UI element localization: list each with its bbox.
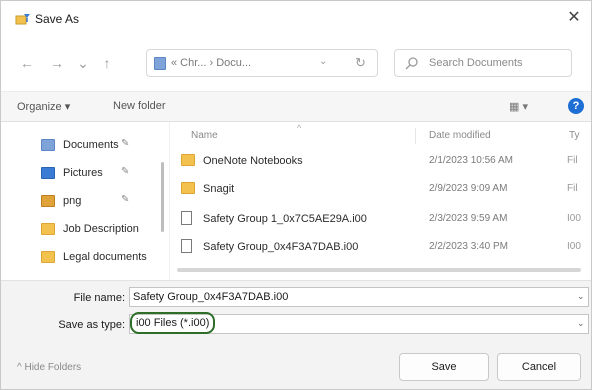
sidebar-item-label: Documents xyxy=(63,139,119,151)
file-name-dropdown-icon[interactable]: ⌄ xyxy=(577,291,585,302)
cancel-button[interactable]: Cancel xyxy=(497,353,581,381)
sidebar-item-png[interactable]: png ✎ xyxy=(41,192,165,212)
folder-icon xyxy=(41,251,55,263)
sidebar-item-label: Legal documents xyxy=(63,251,147,263)
folder-icon xyxy=(181,154,195,166)
file-icon xyxy=(181,239,192,253)
breadcrumb[interactable]: « Chr... › Docu... xyxy=(171,57,251,69)
sort-ascending-icon: ^ xyxy=(297,123,302,133)
back-arrow-icon: ← xyxy=(20,55,34,71)
file-list-item[interactable]: Safety Group 1_0x7C5AE29A.i00 2/3/2023 9… xyxy=(177,208,589,230)
file-list-item[interactable]: Snagit 2/9/2023 9:09 AM Fil xyxy=(177,178,589,200)
file-name: OneNote Notebooks xyxy=(203,155,303,167)
save-as-type-select[interactable]: i00 Files (*.i00) xyxy=(129,312,589,334)
refresh-icon[interactable]: ↻ xyxy=(355,55,366,71)
file-date-modified: 2/2/2023 3:40 PM xyxy=(429,241,508,252)
address-dropdown-icon[interactable]: ⌄ xyxy=(319,56,327,67)
chevron-down-icon: ⌄ xyxy=(77,55,89,71)
save-as-type-label: Save as type: xyxy=(58,319,125,331)
pin-icon: ✎ xyxy=(121,194,130,205)
close-button[interactable]: ✕ xyxy=(563,7,585,29)
file-type: I00 xyxy=(567,213,581,224)
forward-button[interactable]: → xyxy=(47,53,67,73)
search-icon xyxy=(405,57,418,70)
save-as-type-value: i00 Files (*.i00) xyxy=(130,312,216,334)
pictures-icon xyxy=(41,167,55,179)
file-type: I00 xyxy=(567,241,581,252)
horizontal-scrollbar[interactable] xyxy=(177,268,581,272)
column-header-date-modified[interactable]: Date modified xyxy=(429,130,491,141)
dialog-footer: ^ Hide Folders Save Cancel xyxy=(1,343,591,389)
dialog-title: Save As xyxy=(35,12,80,26)
back-button[interactable]: ← xyxy=(17,53,37,73)
browser-area: Documents ✎ Pictures ✎ png ✎ Job Descrip… xyxy=(1,121,591,281)
save-as-type-dropdown-icon[interactable]: ⌄ xyxy=(577,318,585,329)
close-icon: ✕ xyxy=(567,9,581,26)
sidebar-item-documents[interactable]: Documents ✎ xyxy=(41,136,165,156)
title-bar: Save As ✕ xyxy=(1,1,591,35)
navigation-bar: ← → ⌄ ↑ « Chr... › Docu... ⌄ ↻ Search Do… xyxy=(1,35,591,91)
navigation-pane-scrollbar[interactable] xyxy=(161,162,164,232)
search-input[interactable]: Search Documents xyxy=(429,57,523,69)
sidebar-item-label: Job Description xyxy=(63,223,139,235)
save-button[interactable]: Save xyxy=(399,353,489,381)
file-date-modified: 2/1/2023 10:56 AM xyxy=(429,155,513,166)
sidebar-item-legal-documents[interactable]: Legal documents xyxy=(41,248,165,268)
column-header-type[interactable]: Ty xyxy=(569,130,580,141)
view-options-icon[interactable]: ▦ ▾ xyxy=(509,100,539,114)
hide-folders-button[interactable]: ^ Hide Folders xyxy=(17,362,81,373)
address-bar[interactable]: « Chr... › Docu... ⌄ ↻ xyxy=(146,49,378,77)
pin-icon: ✎ xyxy=(121,138,130,149)
file-type: Fil xyxy=(567,183,578,194)
sidebar-item-pictures[interactable]: Pictures ✎ xyxy=(41,164,165,184)
file-date-modified: 2/9/2023 9:09 AM xyxy=(429,183,508,194)
forward-arrow-icon: → xyxy=(50,55,64,71)
documents-folder-icon xyxy=(154,57,166,70)
save-fields: File name: Safety Group_0x4F3A7DAB.i00 ⌄… xyxy=(1,281,591,343)
up-button[interactable]: ↑ xyxy=(97,53,117,73)
file-name-label: File name: xyxy=(73,292,125,304)
file-icon xyxy=(181,211,192,225)
file-name: Snagit xyxy=(203,183,235,195)
column-divider[interactable] xyxy=(415,128,416,144)
column-header-name[interactable]: Name xyxy=(191,130,218,141)
file-name: Safety Group 1_0x7C5AE29A.i00 xyxy=(203,213,367,225)
sidebar-item-label: png xyxy=(63,195,82,207)
search-box[interactable]: Search Documents xyxy=(394,49,572,77)
file-list-item[interactable]: Safety Group_0x4F3A7DAB.i00 2/2/2023 3:4… xyxy=(177,236,589,258)
recent-locations-button[interactable]: ⌄ xyxy=(73,53,93,73)
png-folder-icon xyxy=(41,195,55,207)
file-name: Safety Group_0x4F3A7DAB.i00 xyxy=(203,241,359,253)
save-as-dialog: Save As ✕ ← → ⌄ ↑ « Chr... › Docu... ⌄ ↻ xyxy=(0,0,592,390)
file-date-modified: 2/3/2023 9:59 AM xyxy=(429,213,508,224)
pane-divider[interactable] xyxy=(169,122,170,280)
folder-icon xyxy=(41,223,55,235)
sidebar-item-label: Pictures xyxy=(63,167,103,179)
documents-icon xyxy=(41,139,55,151)
help-icon[interactable]: ? xyxy=(568,98,584,114)
command-bar: Organize ▾ New folder ▦ ▾ ? xyxy=(1,91,591,121)
file-type: Fil xyxy=(567,155,578,166)
navigation-pane: Documents ✎ Pictures ✎ png ✎ Job Descrip… xyxy=(1,122,169,280)
folder-icon xyxy=(181,182,195,194)
save-as-icon xyxy=(15,14,30,25)
pin-icon: ✎ xyxy=(121,166,130,177)
new-folder-button[interactable]: New folder xyxy=(113,100,166,112)
sidebar-item-job-description[interactable]: Job Description xyxy=(41,220,165,240)
organize-menu-button[interactable]: Organize ▾ xyxy=(17,100,70,113)
file-name-field[interactable]: Safety Group_0x4F3A7DAB.i00 xyxy=(129,287,589,307)
up-arrow-icon: ↑ xyxy=(103,55,111,71)
file-list-item[interactable]: OneNote Notebooks 2/1/2023 10:56 AM Fil xyxy=(177,150,589,172)
